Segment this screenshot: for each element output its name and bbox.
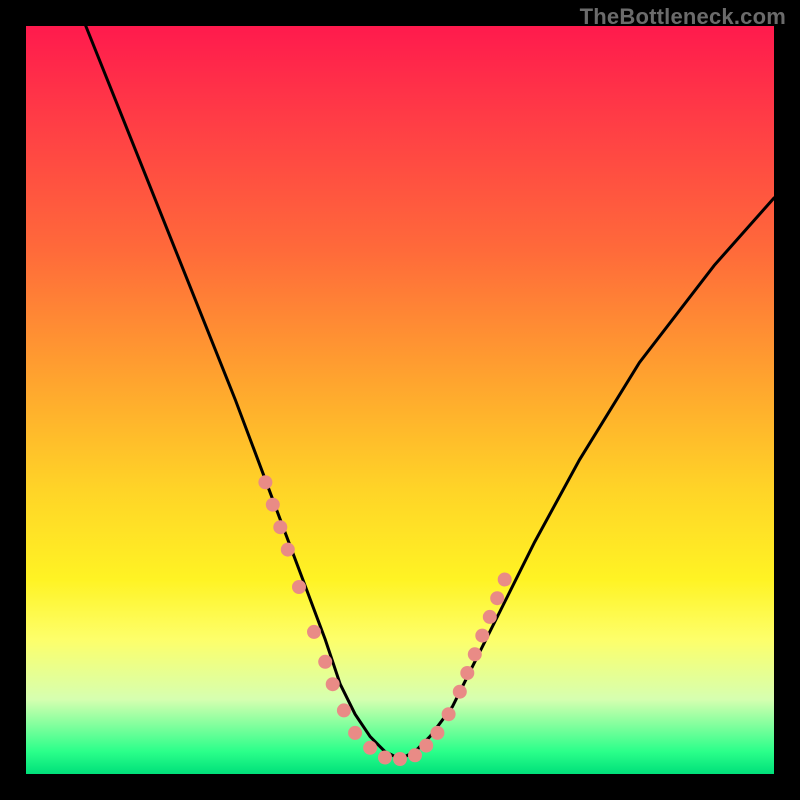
chart-marker: [460, 666, 474, 680]
chart-marker: [378, 751, 392, 765]
chart-marker: [468, 647, 482, 661]
chart-marker: [408, 748, 422, 762]
chart-marker: [292, 580, 306, 594]
chart-plot-area: [26, 26, 774, 774]
chart-marker: [281, 543, 295, 557]
chart-marker: [266, 498, 280, 512]
chart-marker: [430, 726, 444, 740]
chart-marker: [419, 739, 433, 753]
chart-marker: [337, 703, 351, 717]
chart-markers: [258, 475, 511, 766]
chart-marker: [490, 591, 504, 605]
chart-marker: [258, 475, 272, 489]
chart-curve: [86, 26, 774, 759]
chart-marker: [483, 610, 497, 624]
chart-marker: [273, 520, 287, 534]
chart-marker: [475, 629, 489, 643]
chart-marker: [307, 625, 321, 639]
chart-svg: [26, 26, 774, 774]
watermark-text: TheBottleneck.com: [580, 4, 786, 30]
chart-marker: [318, 655, 332, 669]
chart-marker: [453, 685, 467, 699]
chart-marker: [498, 573, 512, 587]
chart-marker: [363, 741, 377, 755]
chart-frame: TheBottleneck.com: [0, 0, 800, 800]
chart-marker: [442, 707, 456, 721]
chart-marker: [326, 677, 340, 691]
chart-marker: [348, 726, 362, 740]
chart-marker: [393, 752, 407, 766]
